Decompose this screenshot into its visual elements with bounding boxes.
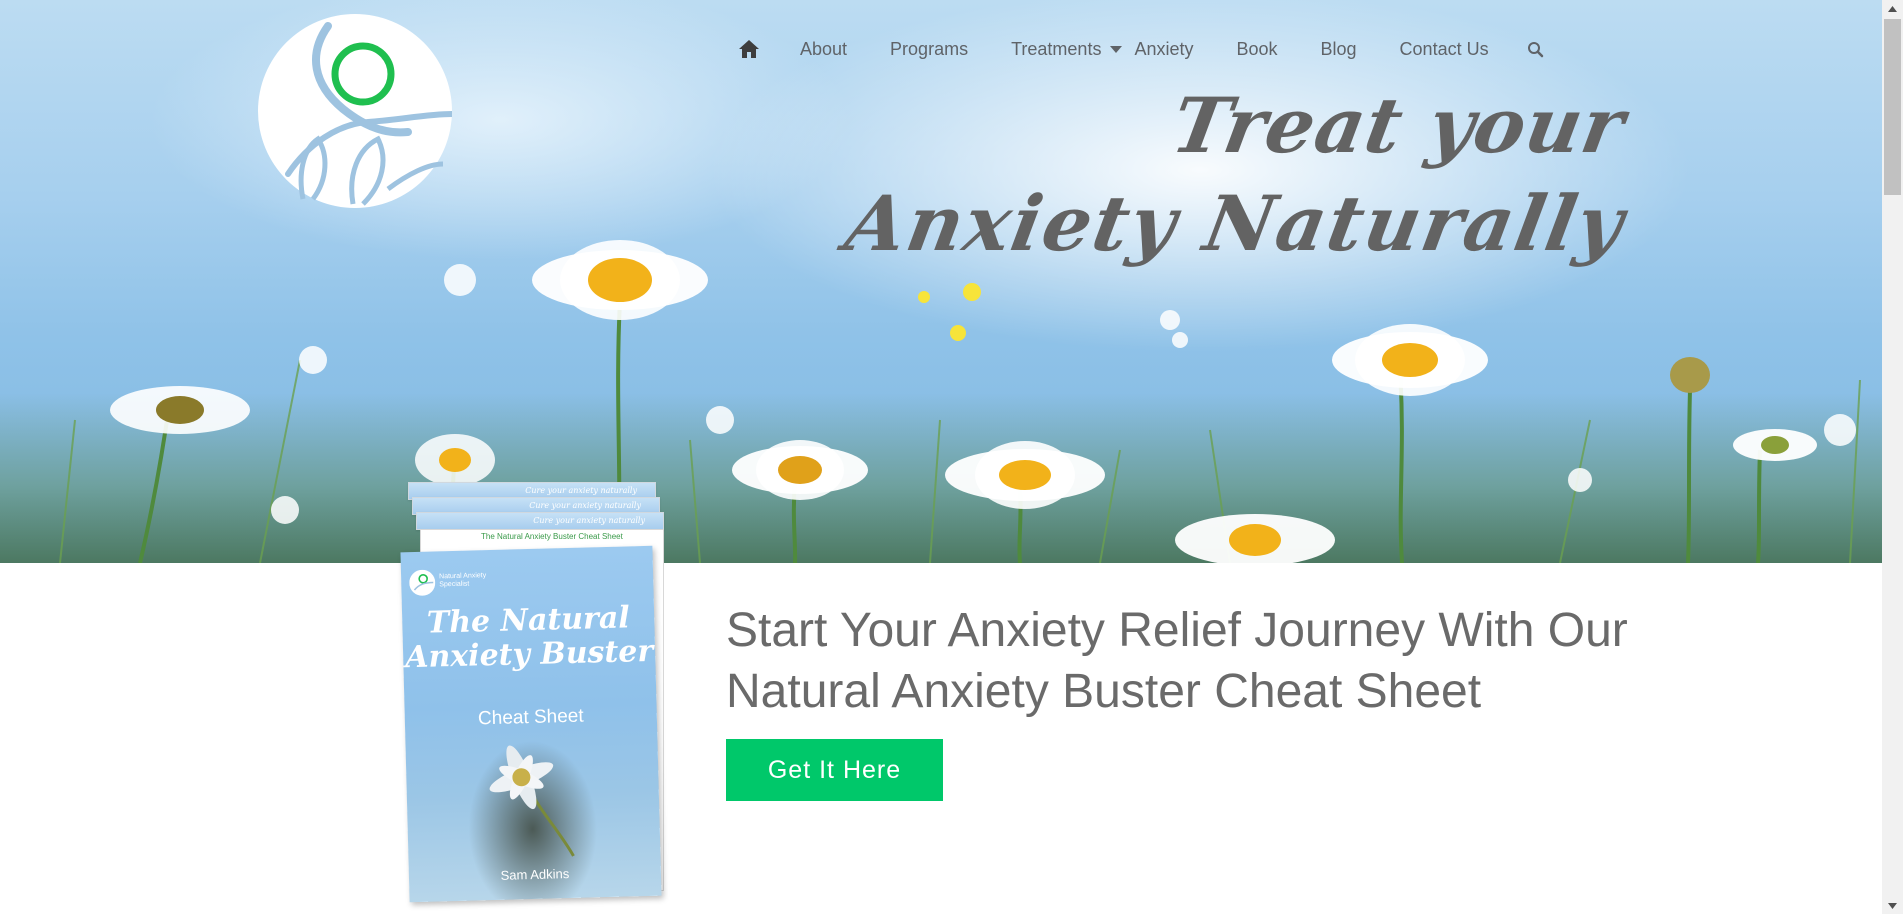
sheet-tagline: Cure your anxiety naturally bbox=[529, 501, 641, 510]
search-icon bbox=[1527, 41, 1543, 57]
main-nav: About Programs Treatments Anxiety Book B… bbox=[738, 26, 1587, 72]
nav-home[interactable] bbox=[738, 39, 760, 59]
nav-treatments-label: Treatments bbox=[1011, 38, 1102, 59]
nav-contact-us[interactable]: Contact Us bbox=[1400, 39, 1489, 60]
scroll-thumb[interactable] bbox=[1884, 19, 1901, 195]
sheet-tagline: Cure your anxiety naturally bbox=[533, 516, 645, 525]
cover-subtitle: Cheat Sheet bbox=[477, 705, 584, 730]
site-logo[interactable] bbox=[258, 14, 452, 208]
daisy-icon bbox=[489, 745, 575, 857]
cover-author: Sam Adkins bbox=[500, 866, 570, 883]
hero-title-line-2: Anxiety Naturally bbox=[839, 179, 1632, 268]
cover-brand: Natural Anxiety Specialist bbox=[439, 572, 487, 589]
page: About Programs Treatments Anxiety Book B… bbox=[0, 0, 1882, 914]
nav-blog[interactable]: Blog bbox=[1321, 39, 1357, 60]
hero-title: Treat your Anxiety Naturally bbox=[839, 81, 1631, 268]
get-it-here-button[interactable]: Get It Here bbox=[726, 739, 943, 801]
arrow-up-icon bbox=[1888, 5, 1897, 12]
nav-about[interactable]: About bbox=[800, 39, 847, 60]
arrow-down-icon bbox=[1888, 902, 1897, 909]
cover-title: The Natural Anxiety Buster bbox=[404, 600, 654, 676]
sheet-tagline: Cure your anxiety naturally bbox=[525, 486, 637, 495]
hero-banner: About Programs Treatments Anxiety Book B… bbox=[0, 0, 1882, 563]
search-button[interactable] bbox=[1527, 41, 1544, 58]
brand-logo-icon bbox=[409, 569, 436, 596]
home-icon bbox=[739, 40, 759, 58]
book-cover: Natural Anxiety Specialist The Natural A… bbox=[400, 545, 662, 903]
promo-heading: Start Your Anxiety Relief Journey With O… bbox=[726, 604, 1628, 718]
cheat-sheet-book-image: Cure your anxiety naturally Cure your an… bbox=[400, 480, 670, 903]
vertical-scrollbar[interactable] bbox=[1882, 0, 1903, 914]
sheet-page: Cure your anxiety naturally bbox=[416, 512, 664, 530]
scroll-up-button[interactable] bbox=[1882, 0, 1903, 17]
nav-anxiety[interactable]: Anxiety bbox=[1134, 39, 1193, 60]
nav-programs[interactable]: Programs bbox=[890, 39, 968, 60]
caret-down-icon bbox=[1110, 45, 1123, 53]
scroll-down-button[interactable] bbox=[1882, 897, 1903, 914]
sheet-paper-title: The Natural Anxiety Buster Cheat Sheet bbox=[481, 532, 623, 541]
nav-treatments[interactable]: Treatments bbox=[1011, 38, 1123, 60]
hero-title-line-1: Treat your bbox=[1165, 81, 1632, 170]
nav-book[interactable]: Book bbox=[1236, 39, 1277, 60]
